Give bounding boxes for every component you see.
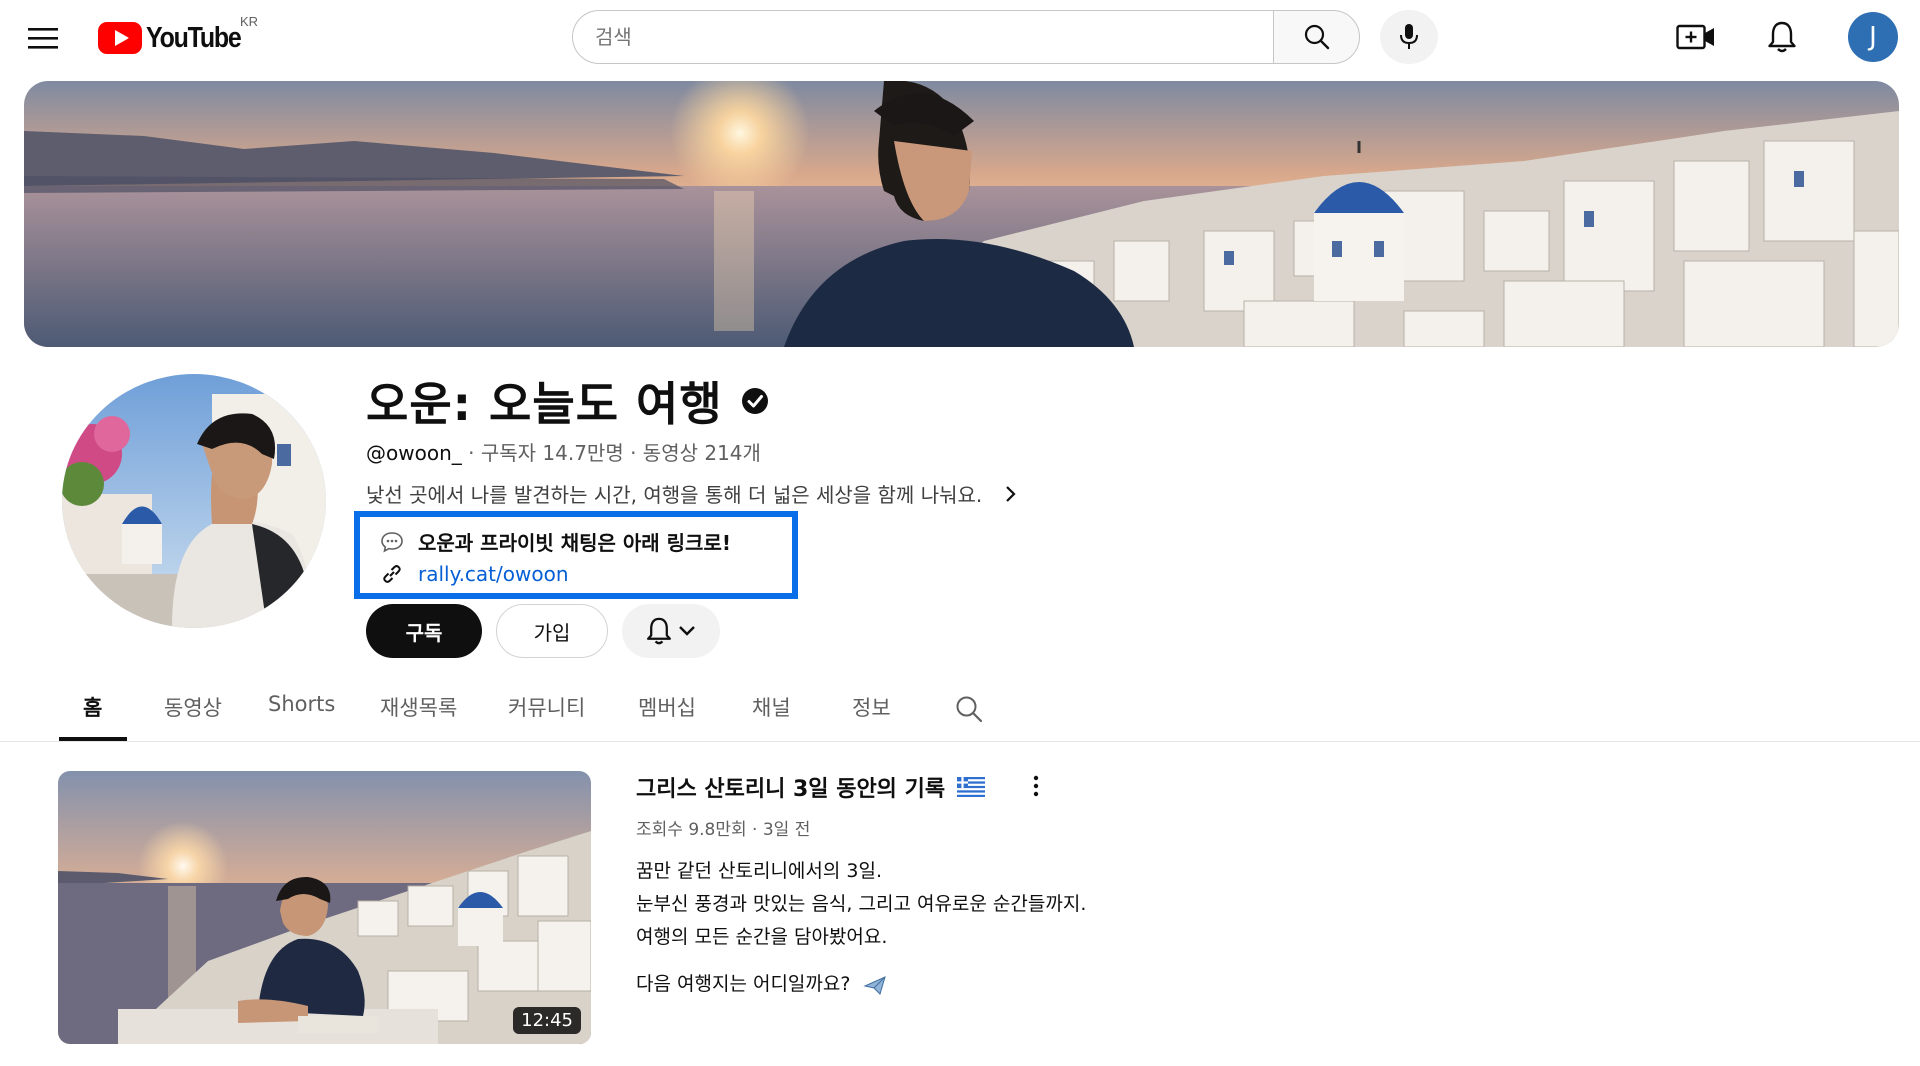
search-bar (572, 10, 1360, 64)
create-button[interactable] (1672, 15, 1720, 59)
hamburger-menu-icon[interactable] (22, 17, 64, 59)
tab-playlists[interactable]: 재생목록 (380, 692, 457, 722)
tab-home[interactable]: 홈 (83, 692, 102, 722)
youtube-play-icon (98, 22, 142, 54)
youtube-channel-page: YouTube KR J (0, 0, 1920, 1066)
search-icon (1304, 24, 1329, 50)
channel-title: 오운: 오늘도 여행 (366, 368, 769, 434)
video-count: 동영상 214개 (642, 441, 761, 465)
microphone-icon (1400, 24, 1418, 49)
external-link[interactable]: rally.cat/owoon (418, 562, 569, 586)
meta-separator: · (468, 441, 475, 465)
featured-video-title-text: 그리스 산토리니 3일 동안의 기록 (636, 777, 946, 802)
chat-bubble-icon (381, 531, 403, 553)
video-description-line: 눈부신 풍경과 맛있는 음식, 그리고 여유로운 순간들까지. (636, 893, 1087, 915)
video-views: 조회수 9.8만회 (636, 820, 747, 840)
channel-description[interactable]: 낯선 곳에서 나를 발견하는 시간, 여행을 통해 더 넓은 세상을 함께 나눠… (366, 479, 1020, 508)
active-tab-indicator (59, 737, 127, 741)
tab-about[interactable]: 정보 (852, 692, 891, 722)
channel-links-highlight: 오운과 프라이빗 채팅은 아래 링크로! rally.cat/owoon (354, 511, 798, 599)
featured-video-thumbnail[interactable]: 12:45 (58, 771, 591, 1044)
greece-flag-icon (957, 777, 986, 797)
meta-separator: · (630, 441, 637, 465)
masthead: YouTube KR J (0, 0, 1920, 74)
channel-handle: @owoon_ (366, 441, 462, 465)
link-icon (383, 565, 401, 583)
meta-separator: · (752, 820, 758, 840)
account-avatar[interactable]: J (1848, 12, 1898, 62)
search-button[interactable] (1273, 10, 1360, 64)
verified-check-icon (741, 388, 768, 414)
notification-settings-button[interactable] (622, 604, 720, 658)
channel-meta: @owoon_ · 구독자 14.7만명 · 동영상 214개 (366, 437, 761, 466)
video-description-line: 꿈만 같던 산토리니에서의 3일. (636, 860, 883, 882)
channel-name: 오운: 오늘도 여행 (366, 377, 723, 431)
tab-channels[interactable]: 채널 (752, 692, 791, 722)
subscribe-button[interactable]: 구독 (366, 604, 482, 658)
chevron-down-icon (679, 626, 695, 636)
featured-video-meta: 조회수 9.8만회 · 3일 전 (636, 815, 810, 840)
video-more-actions-button[interactable] (1022, 770, 1050, 802)
subscriber-count: 구독자 14.7만명 (480, 441, 624, 465)
channel-banner (24, 81, 1899, 347)
video-description-line: 다음 여행지는 어디일까요? (636, 973, 851, 995)
bell-icon (647, 617, 671, 645)
video-description-last: 다음 여행지는 어디일까요? (636, 969, 887, 996)
search-input[interactable] (572, 10, 1273, 64)
chat-promo-line: 오운과 프라이빗 채팅은 아래 링크로! (380, 527, 731, 556)
chevron-right-icon (1006, 485, 1016, 502)
external-link-line: rally.cat/owoon (380, 562, 569, 586)
join-button[interactable]: 가입 (496, 604, 608, 658)
tab-membership[interactable]: 멤버십 (638, 692, 696, 722)
channel-avatar[interactable] (62, 374, 326, 628)
notifications-button[interactable] (1758, 15, 1806, 59)
channel-tabs: 홈 동영상 Shorts 재생목록 커뮤니티 멤버십 채널 정보 (0, 676, 1920, 742)
tab-community[interactable]: 커뮤니티 (508, 692, 585, 722)
youtube-logo-text: YouTube (146, 21, 242, 54)
video-duration: 12:45 (513, 1007, 581, 1034)
video-description-line: 여행의 모든 순간을 담아봤어요. (636, 926, 888, 948)
channel-description-text: 낯선 곳에서 나를 발견하는 시간, 여행을 통해 더 넓은 세상을 함께 나눠… (366, 483, 983, 507)
country-code: KR (240, 14, 259, 29)
create-video-icon (1676, 24, 1714, 50)
bell-icon (1768, 21, 1796, 53)
search-icon[interactable] (954, 694, 984, 724)
video-age: 3일 전 (762, 820, 811, 840)
tab-shorts[interactable]: Shorts (268, 692, 335, 716)
voice-search-button[interactable] (1380, 10, 1438, 64)
featured-video-title[interactable]: 그리스 산토리니 3일 동안의 기록 (636, 771, 986, 803)
airplane-icon (862, 975, 886, 995)
chat-promo-text: 오운과 프라이빗 채팅은 아래 링크로! (418, 531, 731, 555)
tab-videos[interactable]: 동영상 (164, 692, 222, 722)
more-vertical-icon (1033, 775, 1039, 797)
youtube-logo[interactable]: YouTube KR (98, 14, 258, 56)
